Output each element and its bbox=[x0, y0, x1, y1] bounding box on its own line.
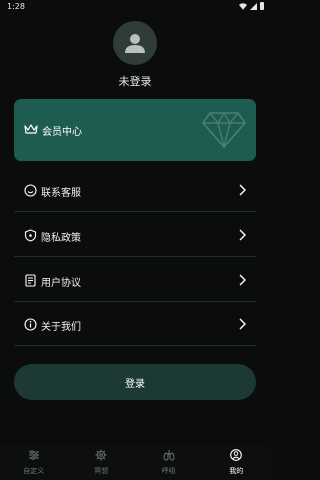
tab-meditation[interactable]: 冥想 bbox=[68, 444, 136, 480]
menu-item-label: 隐私政策 bbox=[41, 233, 81, 244]
chevron-right-icon bbox=[239, 229, 246, 241]
username[interactable]: 未登录 bbox=[0, 73, 270, 89]
tab-breathing[interactable]: 呼吸 bbox=[135, 444, 203, 480]
chevron-right-icon bbox=[239, 318, 246, 330]
info-icon bbox=[24, 318, 37, 331]
shield-icon bbox=[24, 229, 37, 242]
menu-item-label: 联系客服 bbox=[41, 188, 81, 199]
vip-center-label: 会员中心 bbox=[42, 127, 82, 138]
sliders-icon bbox=[28, 450, 39, 460]
tab-label: 冥想 bbox=[94, 467, 109, 475]
chevron-right-icon bbox=[239, 184, 246, 196]
signal-icon bbox=[250, 2, 257, 10]
menu-item-contact-service[interactable]: 联系客服 bbox=[14, 171, 256, 212]
user-icon bbox=[230, 449, 243, 461]
vip-center-card[interactable]: 会员中心 bbox=[14, 99, 256, 161]
crown-icon bbox=[24, 124, 38, 134]
wifi-icon bbox=[239, 2, 247, 10]
menu-item-label: 关于我们 bbox=[41, 322, 81, 333]
diamond-icon bbox=[202, 111, 246, 149]
status-bar: 1:28 bbox=[0, 0, 270, 14]
status-icons bbox=[239, 2, 264, 10]
chevron-right-icon bbox=[239, 274, 246, 286]
menu-item-label: 用户协议 bbox=[41, 278, 81, 289]
gear-icon bbox=[95, 449, 107, 461]
tab-label: 自定义 bbox=[23, 467, 45, 475]
avatar[interactable] bbox=[113, 21, 157, 65]
menu-item-privacy-policy[interactable]: 隐私政策 bbox=[14, 216, 256, 257]
bottom-tab-bar: 自定义 冥想 呼吸 我的 bbox=[0, 444, 270, 480]
status-time: 1:28 bbox=[7, 2, 25, 11]
menu-item-about-us[interactable]: 关于我们 bbox=[14, 305, 256, 346]
document-icon bbox=[25, 274, 36, 287]
menu-item-user-agreement[interactable]: 用户协议 bbox=[14, 261, 256, 302]
lungs-icon bbox=[163, 450, 175, 461]
tab-mine[interactable]: 我的 bbox=[203, 444, 271, 480]
tab-label: 呼吸 bbox=[161, 467, 176, 475]
smile-icon bbox=[24, 184, 37, 197]
user-icon bbox=[125, 34, 145, 53]
tab-custom[interactable]: 自定义 bbox=[0, 444, 68, 480]
login-button[interactable]: 登录 bbox=[14, 364, 256, 400]
battery-icon bbox=[260, 2, 264, 10]
tab-label: 我的 bbox=[229, 467, 244, 475]
